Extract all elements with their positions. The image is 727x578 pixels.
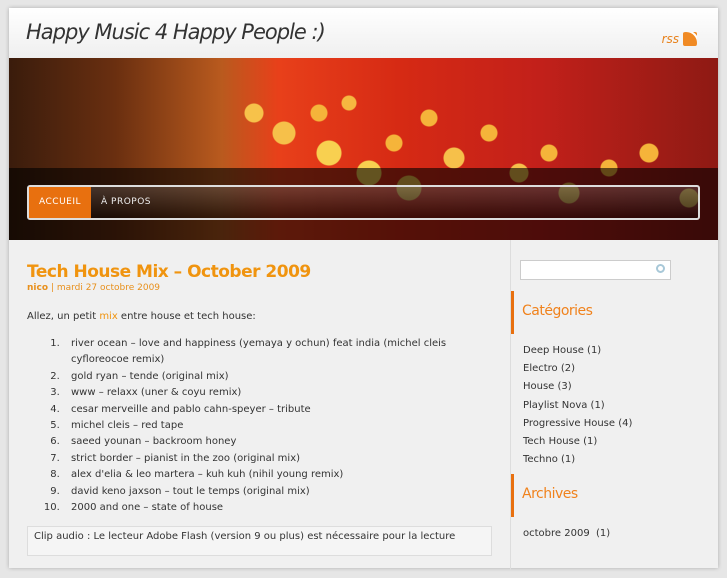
categories-list: Deep House (1) Electro (2) House (3) Pla… (523, 342, 632, 469)
nav-item-accueil[interactable]: ACCUEIL (29, 187, 92, 218)
categories-title: Catégories (511, 291, 611, 334)
intro-text: Allez, un petit (27, 311, 100, 322)
track-item: cesar merveille and pablo cahn-speyer – … (63, 402, 492, 418)
audio-clip-notice: Clip audio : Le lecteur Adobe Flash (ver… (27, 526, 492, 557)
tracklist: river ocean – love and happiness (yemaya… (63, 336, 492, 516)
sidebar: Catégories Deep House (1) Electro (2) Ho… (510, 240, 718, 570)
intro-text-end: entre house et tech house: (117, 311, 256, 322)
track-item: gold ryan – tende (original mix) (63, 369, 492, 385)
mix-link[interactable]: mix (99, 311, 117, 322)
category-link[interactable]: Electro (2) (523, 360, 632, 378)
category-link[interactable]: Playlist Nova (1) (523, 397, 632, 415)
header-banner: ACCUEIL À PROPOS (9, 58, 718, 240)
site-header: Happy Music 4 Happy People :) rss (9, 8, 718, 58)
archive-link[interactable]: octobre 2009 (1) (523, 525, 610, 543)
page: Happy Music 4 Happy People :) rss ACCUEI… (9, 8, 718, 570)
rss-label: rss (661, 32, 679, 46)
search-input[interactable] (520, 260, 671, 280)
track-item: michel cleis – red tape (63, 418, 492, 434)
post-meta: nico | mardi 27 octobre 2009 (27, 283, 492, 293)
track-item: 2000 and one – state of house (63, 500, 492, 516)
track-item: www – relaxx (uner & coyu remix) (63, 385, 492, 401)
nav-item-a-propos[interactable]: À PROPOS (91, 187, 161, 218)
main-nav: ACCUEIL À PROPOS (27, 185, 700, 220)
post-author[interactable]: nico (27, 283, 48, 293)
post-intro: Allez, un petit mix entre house et tech … (27, 311, 492, 322)
site-title[interactable]: Happy Music 4 Happy People :) (26, 20, 326, 44)
search-icon[interactable] (656, 264, 665, 273)
post-title[interactable]: Tech House Mix – October 2009 (27, 262, 492, 282)
category-link[interactable]: Techno (1) (523, 451, 632, 469)
rss-icon (683, 32, 697, 46)
track-item: david keno jaxson – tout le temps (origi… (63, 484, 492, 500)
post-date: mardi 27 octobre 2009 (56, 283, 161, 293)
main-content: Tech House Mix – October 2009 nico | mar… (9, 240, 510, 578)
track-item: alex d'elia & leo martera – kuh kuh (nih… (63, 467, 492, 483)
category-link[interactable]: Deep House (1) (523, 342, 632, 360)
track-item: river ocean – love and happiness (yemaya… (63, 336, 492, 369)
archives-list: octobre 2009 (1) (523, 525, 610, 543)
category-link[interactable]: Progressive House (4) (523, 415, 632, 433)
rss-link[interactable]: rss (662, 32, 697, 46)
meta-separator: | (50, 283, 54, 293)
archives-title: Archives (511, 474, 611, 517)
category-link[interactable]: House (3) (523, 378, 632, 396)
category-link[interactable]: Tech House (1) (523, 433, 632, 451)
track-item: saeed younan – backroom honey (63, 434, 492, 450)
track-item: strict border – pianist in the zoo (orig… (63, 451, 492, 467)
